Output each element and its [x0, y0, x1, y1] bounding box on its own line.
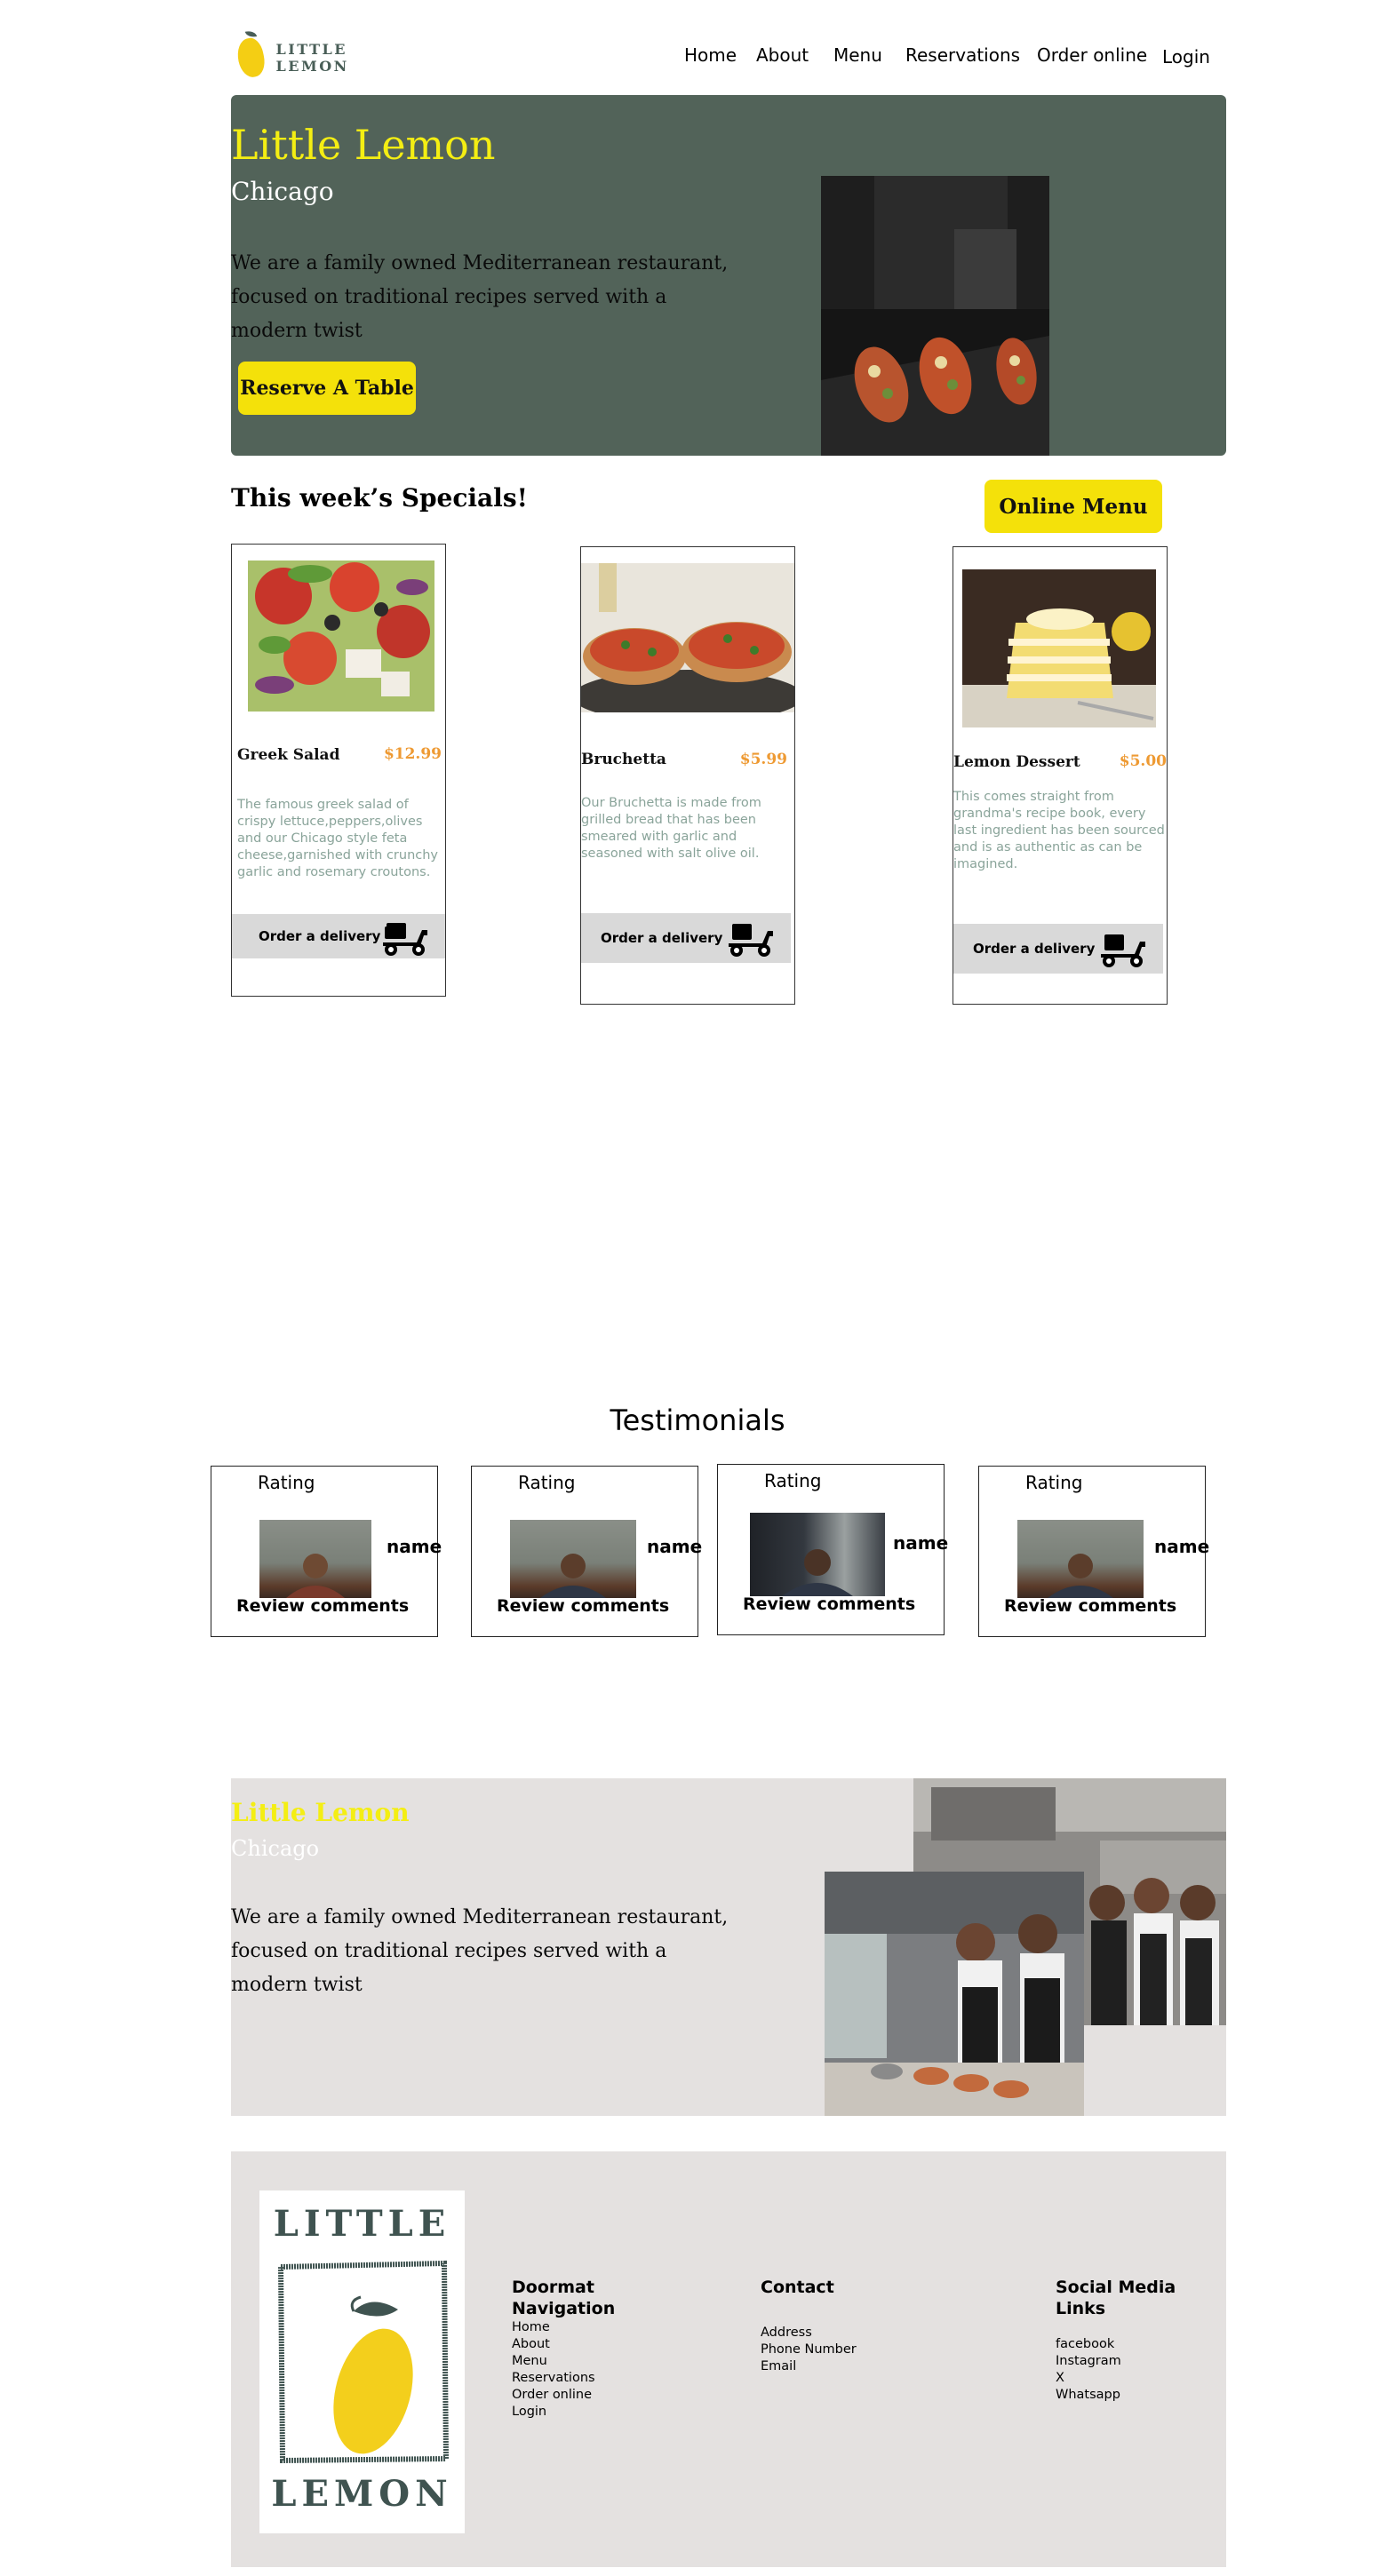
nav-reservations[interactable]: Reservations	[905, 44, 1020, 66]
review-comment: Review comments	[497, 1596, 670, 1616]
testimonial-rating: Rating	[1025, 1472, 1083, 1493]
lemon-logo-icon	[234, 29, 267, 80]
footer-doormat-nav: Doormat Navigation Home About Menu Reser…	[512, 2277, 654, 2421]
order-delivery-label: Order a delivery	[601, 930, 723, 946]
doormat-link[interactable]: About	[512, 2336, 654, 2353]
footer-logo-bottom-text: LEMON	[271, 2473, 453, 2515]
doormat-link[interactable]: Reservations	[512, 2370, 654, 2387]
special-card-lemon-dessert[interactable]: Lemon Dessert $5.00 This comes straight …	[953, 546, 1168, 1005]
hero-image	[821, 176, 1049, 456]
lemon-dessert-image	[962, 569, 1156, 727]
testimonial-card: Rating name Review comments	[717, 1464, 949, 1635]
nav-home[interactable]: Home	[684, 44, 737, 66]
online-menu-button[interactable]: Online Menu	[984, 480, 1162, 533]
delivery-scooter-icon	[383, 923, 427, 956]
contact-item: Phone Number	[761, 2342, 857, 2357]
lemon-emblem-icon	[277, 2260, 450, 2464]
contact-item: Address	[761, 2326, 812, 2340]
order-delivery-label: Order a delivery	[259, 928, 381, 944]
reviewer-avatar	[1017, 1520, 1144, 1598]
delivery-scooter-icon	[1101, 934, 1145, 967]
hero-title: Little Lemon	[231, 121, 496, 169]
dish-description: Our Bruchetta is made from grilled bread…	[581, 796, 761, 861]
footer-contact: Contact Address Phone Number Email	[761, 2277, 938, 2375]
reviewer-name: name	[1154, 1536, 1210, 1557]
reviewer-avatar	[510, 1520, 636, 1598]
review-comment: Review comments	[743, 1594, 916, 1614]
bruchetta-image	[581, 563, 794, 712]
contact-item: Email	[761, 2359, 797, 2373]
dish-price: $5.00	[1119, 752, 1167, 770]
reviewer-avatar	[259, 1520, 371, 1598]
social-heading: Social Media Links	[1056, 2278, 1176, 2318]
review-comment: Review comments	[1004, 1596, 1177, 1616]
testimonial-card: Rating name Review comments	[978, 1466, 1210, 1637]
header-logo[interactable]: LITTLE LEMON	[234, 29, 420, 83]
social-link[interactable]: Instagram	[1056, 2353, 1224, 2370]
dish-name: Greek Salad	[237, 746, 340, 764]
dish-price: $12.99	[383, 745, 442, 763]
logo-text: LITTLE LEMON	[275, 41, 349, 75]
dish-name: Lemon Dessert	[953, 753, 1080, 771]
order-delivery-button[interactable]: Order a delivery	[232, 914, 445, 958]
review-comment: Review comments	[236, 1596, 410, 1616]
doormat-link[interactable]: Order online	[512, 2387, 654, 2404]
contact-heading: Contact	[761, 2278, 834, 2297]
testimonial-card: Rating name Review comments	[471, 1466, 702, 1637]
footer-social: Social Media Links facebook Instagram X …	[1056, 2277, 1224, 2404]
nav-menu[interactable]: Menu	[833, 44, 882, 66]
special-card-bruchetta[interactable]: Bruchetta $5.99 Our Bruchetta is made fr…	[580, 546, 795, 1005]
social-link[interactable]: facebook	[1056, 2336, 1224, 2353]
about-description: We are a family owned Mediterranean rest…	[231, 1906, 729, 1996]
testimonial-rating: Rating	[764, 1470, 822, 1491]
hero-description: We are a family owned Mediterranean rest…	[231, 252, 729, 342]
testimonial-rating: Rating	[518, 1472, 576, 1493]
nav-order-online[interactable]: Order online	[1037, 44, 1147, 66]
nav-login[interactable]: Login	[1162, 46, 1210, 68]
reviewer-name: name	[893, 1532, 949, 1554]
doormat-link[interactable]: Home	[512, 2319, 654, 2336]
special-card-greek-salad[interactable]: Greek Salad $12.99 The famous greek sala…	[231, 544, 446, 997]
order-delivery-label: Order a delivery	[973, 941, 1096, 957]
reviewer-name: name	[387, 1536, 442, 1557]
reviewer-name: name	[647, 1536, 703, 1557]
doormat-heading: Doormat Navigation	[512, 2278, 616, 2318]
social-link[interactable]: Whatsapp	[1056, 2387, 1224, 2404]
footer-logo-top-text: LITTLE	[273, 2203, 451, 2245]
about-image-chefs-bottom	[825, 1872, 1084, 2116]
social-link[interactable]: X	[1056, 2370, 1224, 2387]
dish-description: This comes straight from grandma's recip…	[953, 790, 1165, 871]
footer-logo[interactable]: LITTLE LEMON	[259, 2190, 465, 2533]
dish-price: $5.99	[739, 751, 787, 768]
reserve-table-button[interactable]: Reserve A Table	[238, 362, 416, 415]
delivery-scooter-icon	[729, 924, 773, 957]
about-title: Little Lemon	[231, 1798, 410, 1827]
reviewer-avatar	[750, 1513, 885, 1596]
hero-subtitle: Chicago	[231, 177, 334, 206]
dish-name: Bruchetta	[581, 751, 666, 768]
order-delivery-button[interactable]: Order a delivery	[953, 924, 1163, 974]
nav-about[interactable]: About	[756, 44, 809, 66]
testimonial-rating: Rating	[258, 1472, 315, 1493]
greek-salad-image	[248, 561, 434, 712]
testimonial-card: Rating name Review comments	[211, 1466, 442, 1637]
doormat-link[interactable]: Login	[512, 2404, 654, 2421]
dish-description: The famous greek salad of crispy lettuce…	[237, 798, 439, 879]
order-delivery-button[interactable]: Order a delivery	[581, 913, 791, 963]
doormat-link[interactable]: Menu	[512, 2353, 654, 2370]
testimonials-title: Testimonials	[610, 1403, 785, 1437]
about-subtitle: Chicago	[231, 1836, 320, 1861]
specials-title: This week’s Specials!	[231, 483, 528, 513]
